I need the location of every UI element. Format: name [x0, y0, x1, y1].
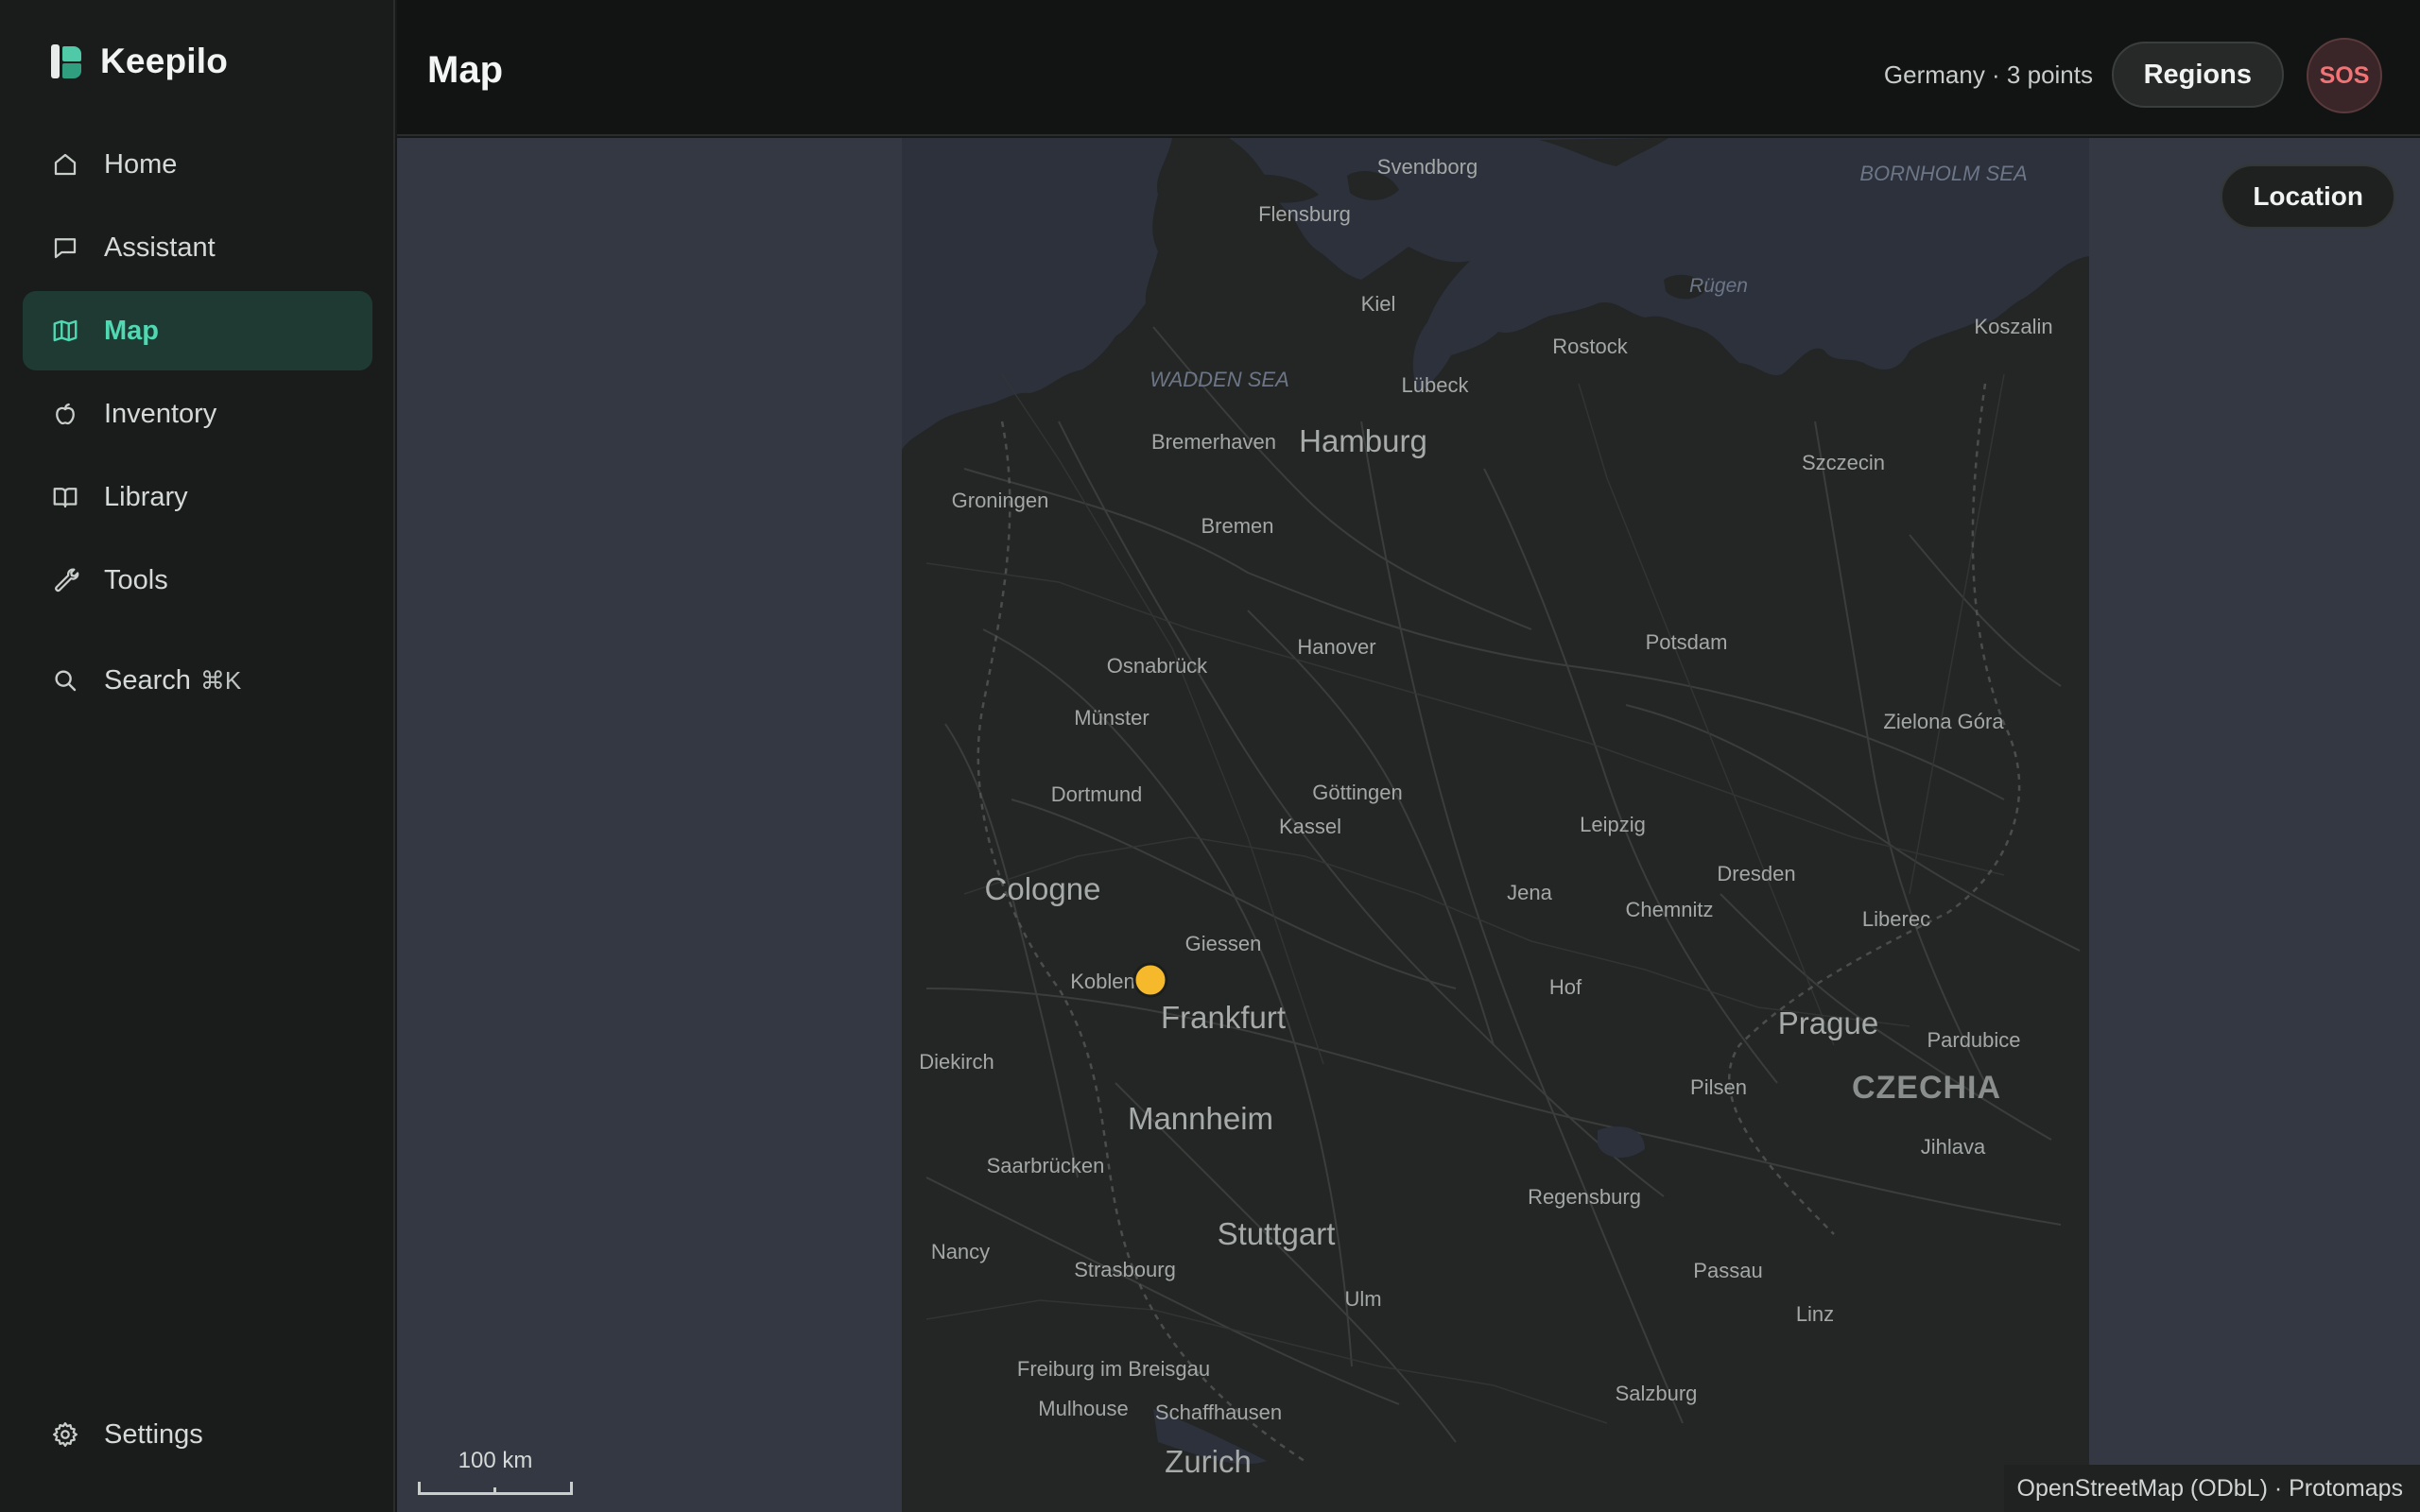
sidebar-item-label: Tools [104, 564, 168, 595]
keepilo-logo-icon [51, 44, 83, 78]
sidebar: Keepilo Home Assistant Map Inventory Lib… [0, 0, 395, 1512]
map-view[interactable]: Svendborg Flensburg BORNHOLM SEA Rügen K… [397, 138, 2420, 1512]
region-info: Germany · 3 points [1883, 60, 2093, 89]
chat-icon [49, 232, 81, 264]
sidebar-item-tools[interactable]: Tools [23, 541, 372, 620]
scale-tick [493, 1487, 496, 1495]
sidebar-search[interactable]: Search ⌘K [23, 641, 372, 720]
sidebar-item-map[interactable]: Map [23, 291, 372, 370]
brand-name: Keepilo [100, 42, 229, 80]
map-canvas[interactable] [397, 138, 2420, 1512]
sidebar-item-label: Inventory [104, 398, 217, 429]
gear-icon [49, 1418, 81, 1451]
sidebar-item-library[interactable]: Library [23, 457, 372, 537]
sos-button[interactable]: SOS [2307, 38, 2382, 113]
map-attribution[interactable]: OpenStreetMap (ODbL) · Protomaps [2003, 1465, 2420, 1512]
search-shortcut: ⌘K [199, 665, 242, 695]
search-label: Search [104, 664, 191, 696]
location-button[interactable]: Location [2221, 164, 2395, 229]
sidebar-item-label: Home [104, 148, 178, 180]
page-title: Map [427, 49, 503, 91]
sidebar-item-assistant[interactable]: Assistant [23, 208, 372, 287]
search-icon [49, 664, 81, 696]
scale-label: 100 km [458, 1448, 533, 1473]
wrench-icon [49, 564, 81, 596]
home-icon [49, 148, 81, 180]
map-scale: 100 km [418, 1448, 573, 1495]
brand[interactable]: Keepilo [51, 42, 228, 81]
sidebar-item-settings[interactable]: Settings [23, 1395, 372, 1474]
book-icon [49, 481, 81, 513]
sidebar-nav: Home Assistant Map Inventory Library Too… [23, 125, 372, 624]
sidebar-item-home[interactable]: Home [23, 125, 372, 204]
sidebar-item-label: Map [104, 315, 159, 346]
regions-button[interactable]: Regions [2111, 42, 2284, 108]
map-icon [49, 315, 81, 347]
top-bar: Map Germany · 3 points Regions SOS [397, 0, 2420, 136]
sidebar-item-inventory[interactable]: Inventory [23, 374, 372, 454]
sidebar-item-label: Settings [104, 1418, 203, 1450]
apple-icon [49, 398, 81, 430]
sidebar-item-label: Assistant [104, 232, 216, 263]
sidebar-item-label: Library [104, 481, 188, 512]
